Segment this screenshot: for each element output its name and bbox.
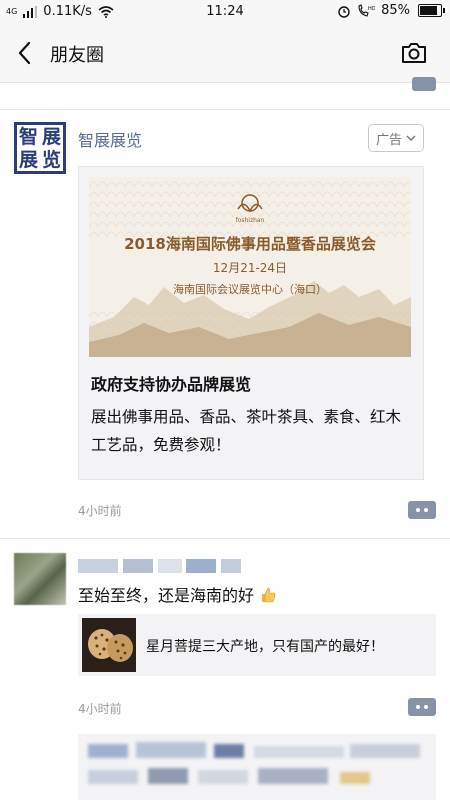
logo-char: 智 bbox=[18, 125, 38, 148]
post-divider bbox=[0, 538, 450, 539]
comment-button-prev[interactable] bbox=[412, 77, 436, 91]
banner-title: 2018海南国际佛事用品暨香品展览会 bbox=[124, 235, 376, 253]
top-nav-bar: 朋友圈 bbox=[0, 24, 450, 83]
comments-area-obscured bbox=[78, 734, 436, 800]
page-title: 朋友圈 bbox=[50, 45, 104, 66]
alarm-icon bbox=[338, 5, 350, 18]
battery-percent: 85% bbox=[381, 3, 410, 18]
banner-venue: 海南国际会议展览中心（海口） bbox=[173, 283, 327, 296]
ad-post: 智 展 展 览 智展展览 广告 foshizhan 2018海南国际佛事用品暨香… bbox=[0, 110, 450, 530]
post-text: 至始至终，还是海南的好 bbox=[78, 582, 277, 606]
shared-link-title: 星月菩提三大产地，只有国产的最好！ bbox=[146, 639, 384, 655]
thumbs-up-emoji-icon bbox=[262, 587, 276, 603]
banner-logo-text: foshizhan bbox=[235, 217, 265, 224]
chevron-down-icon bbox=[406, 135, 416, 142]
back-arrow-icon[interactable] bbox=[14, 40, 36, 66]
obscured-comments bbox=[88, 742, 420, 784]
svg-text:HD: HD bbox=[368, 6, 375, 12]
ad-card[interactable]: foshizhan 2018海南国际佛事用品暨香品展览会 12月21-24日 海… bbox=[78, 166, 424, 480]
ad-banner-image: foshizhan 2018海南国际佛事用品暨香品展览会 12月21-24日 海… bbox=[89, 177, 411, 357]
ad-label-button[interactable]: 广告 bbox=[368, 124, 424, 152]
camera-icon[interactable] bbox=[400, 40, 428, 66]
ad-avatar-logo[interactable]: 智 展 展 览 bbox=[14, 122, 66, 174]
logo-char: 览 bbox=[41, 148, 61, 171]
status-bar: 4G 0.11K/s 11:24 HD 85% bbox=[0, 0, 450, 24]
ad-label: 广告 bbox=[375, 132, 402, 148]
comment-button[interactable] bbox=[408, 501, 436, 519]
previous-post-tail bbox=[0, 77, 450, 110]
logo-char: 展 bbox=[18, 148, 38, 171]
post-timestamp-2: 4小时前 bbox=[78, 702, 122, 716]
shared-link-card[interactable]: 星月菩提三大产地，只有国产的最好！ bbox=[78, 614, 436, 676]
user-avatar[interactable] bbox=[14, 553, 66, 605]
comment-button-2[interactable] bbox=[408, 698, 436, 716]
ad-author-name[interactable]: 智展展览 bbox=[78, 127, 142, 151]
ad-description: 展出佛事用品、香品、茶叶茶具、素食、红木工艺品，免费参观！ bbox=[91, 408, 402, 454]
user-name-obscured[interactable] bbox=[78, 556, 242, 573]
ad-headline: 政府支持协办品牌展览 bbox=[91, 375, 252, 394]
post-text-content: 至始至终，还是海南的好 bbox=[78, 586, 255, 605]
logo-char: 展 bbox=[41, 125, 61, 148]
volte-call-icon: HD bbox=[358, 3, 375, 17]
post-timestamp: 4小时前 bbox=[78, 504, 122, 518]
shared-link-thumbnail bbox=[82, 618, 136, 672]
battery-icon bbox=[418, 4, 445, 17]
banner-date: 12月21-24日 bbox=[212, 261, 288, 275]
